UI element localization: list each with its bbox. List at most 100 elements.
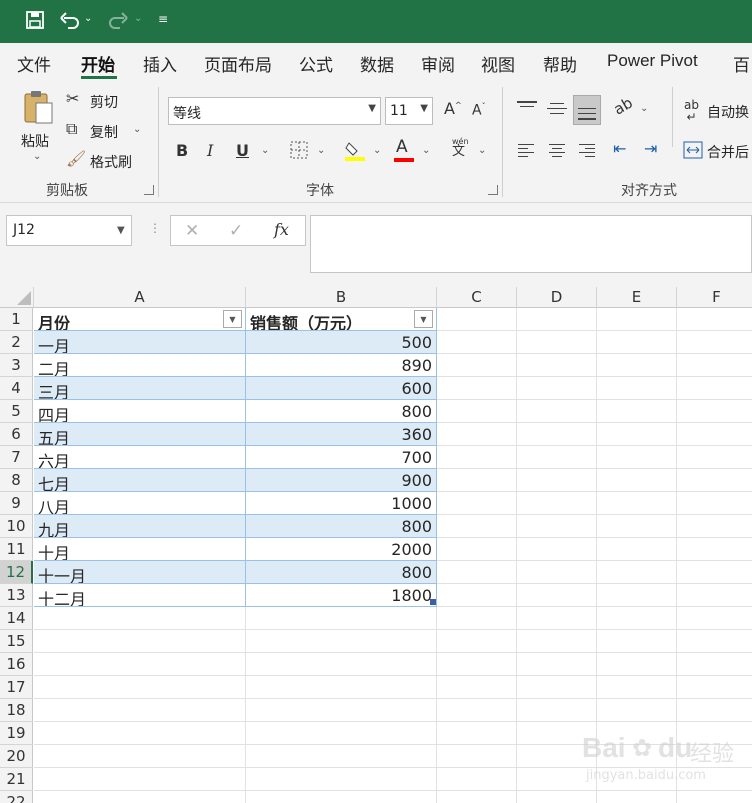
- cell[interactable]: [677, 699, 752, 722]
- cell[interactable]: [677, 377, 752, 400]
- cell[interactable]: [437, 791, 517, 803]
- cell[interactable]: [517, 331, 597, 354]
- save-icon[interactable]: [24, 10, 46, 32]
- decrease-font-size-icon[interactable]: Aˇ: [472, 103, 486, 118]
- cell[interactable]: [437, 469, 517, 492]
- tab-review[interactable]: 审阅: [421, 51, 455, 76]
- table-cell-sales[interactable]: 800: [246, 561, 437, 584]
- tab-insert[interactable]: 插入: [143, 51, 177, 76]
- copy-button[interactable]: 复制: [90, 122, 118, 142]
- cell[interactable]: [597, 308, 677, 331]
- font-dialog-launcher[interactable]: [488, 185, 498, 195]
- worksheet-grid[interactable]: ABCDEF 1 2 3 4 5 6 7 8 9 10 11 12 13 14 15 16 17 18 19 20 21…: [0, 287, 752, 803]
- column-header-e[interactable]: E: [597, 287, 677, 308]
- table-cell-month[interactable]: 六月: [34, 446, 246, 469]
- cell[interactable]: [34, 630, 246, 653]
- table-cell-month[interactable]: 七月: [34, 469, 246, 492]
- cell[interactable]: [34, 791, 246, 803]
- table-cell-sales[interactable]: 700: [246, 446, 437, 469]
- orientation-dropdown-icon[interactable]: ⌄: [640, 103, 648, 114]
- cell[interactable]: [597, 676, 677, 699]
- cell[interactable]: [246, 768, 437, 791]
- cell[interactable]: [597, 469, 677, 492]
- table-cell-month[interactable]: 三月: [34, 377, 246, 400]
- cell[interactable]: [597, 400, 677, 423]
- tab-more[interactable]: 百: [733, 51, 750, 76]
- cell[interactable]: [517, 676, 597, 699]
- column-header-d[interactable]: D: [517, 287, 597, 308]
- cell[interactable]: [517, 791, 597, 803]
- row-header-8[interactable]: 8: [0, 469, 33, 492]
- cell[interactable]: [677, 469, 752, 492]
- font-color-dropdown-icon[interactable]: ⌄: [422, 145, 430, 156]
- paste-icon[interactable]: [22, 89, 54, 125]
- align-center-icon[interactable]: [549, 143, 567, 159]
- align-top-icon[interactable]: [517, 99, 537, 117]
- customize-qat-icon[interactable]: ≡: [158, 12, 168, 26]
- cell[interactable]: [437, 561, 517, 584]
- cell[interactable]: [597, 653, 677, 676]
- format-painter-button[interactable]: 格式刷: [90, 152, 132, 172]
- cell[interactable]: [517, 446, 597, 469]
- column-header-b[interactable]: B: [246, 287, 437, 308]
- borders-icon[interactable]: [290, 141, 308, 162]
- cell[interactable]: [597, 492, 677, 515]
- cell[interactable]: [437, 308, 517, 331]
- undo-icon[interactable]: [58, 10, 82, 32]
- row-header-20[interactable]: 20: [0, 745, 33, 768]
- cell[interactable]: [677, 538, 752, 561]
- table-cell-month[interactable]: 八月: [34, 492, 246, 515]
- increase-font-size-icon[interactable]: A^: [444, 101, 462, 117]
- table-header-sales[interactable]: 销售额（万元） ▼: [246, 308, 437, 331]
- cell[interactable]: [437, 768, 517, 791]
- cell[interactable]: [246, 607, 437, 630]
- underline-button[interactable]: U: [236, 143, 249, 159]
- chevron-down-icon[interactable]: ▼: [420, 103, 428, 114]
- cell[interactable]: [517, 699, 597, 722]
- row-header-6[interactable]: 6: [0, 423, 33, 446]
- cell[interactable]: [34, 676, 246, 699]
- cell[interactable]: [437, 699, 517, 722]
- cell[interactable]: [437, 584, 517, 607]
- cell[interactable]: [517, 377, 597, 400]
- tab-data[interactable]: 数据: [360, 51, 394, 76]
- phonetic-dropdown-icon[interactable]: ⌄: [478, 145, 486, 156]
- cell[interactable]: [34, 745, 246, 768]
- cell[interactable]: [437, 331, 517, 354]
- fill-color-dropdown-icon[interactable]: ⌄: [373, 145, 381, 156]
- column-header-f[interactable]: F: [677, 287, 752, 308]
- cell[interactable]: [437, 446, 517, 469]
- cell[interactable]: [677, 630, 752, 653]
- chevron-down-icon[interactable]: ▼: [117, 225, 125, 236]
- cell[interactable]: [597, 584, 677, 607]
- row-header-10[interactable]: 10: [0, 515, 33, 538]
- tab-help[interactable]: 帮助: [543, 51, 577, 76]
- enter-icon[interactable]: ✓: [229, 223, 243, 240]
- cell[interactable]: [517, 469, 597, 492]
- underline-dropdown-icon[interactable]: ⌄: [261, 145, 269, 156]
- cell[interactable]: [246, 745, 437, 768]
- cell[interactable]: [437, 515, 517, 538]
- cell[interactable]: [597, 515, 677, 538]
- table-cell-sales[interactable]: 600: [246, 377, 437, 400]
- wrap-text-button[interactable]: 自动换: [707, 102, 749, 122]
- font-size-combo[interactable]: 11 ▼: [385, 97, 433, 125]
- cell[interactable]: [517, 630, 597, 653]
- table-cell-sales[interactable]: 1000: [246, 492, 437, 515]
- row-header-12[interactable]: 12: [0, 561, 33, 584]
- table-cell-month[interactable]: 十月: [34, 538, 246, 561]
- cell[interactable]: [246, 676, 437, 699]
- cell[interactable]: [677, 515, 752, 538]
- table-cell-sales[interactable]: 1800: [246, 584, 437, 607]
- cell[interactable]: [677, 584, 752, 607]
- table-cell-sales[interactable]: 890: [246, 354, 437, 377]
- cell[interactable]: [677, 354, 752, 377]
- font-name-combo[interactable]: 等线 ▼: [168, 97, 381, 125]
- cell[interactable]: [677, 400, 752, 423]
- cell[interactable]: [437, 400, 517, 423]
- tab-file[interactable]: 文件: [17, 51, 51, 76]
- table-cell-sales[interactable]: 2000: [246, 538, 437, 561]
- cell[interactable]: [677, 308, 752, 331]
- cell[interactable]: [517, 354, 597, 377]
- cell[interactable]: [517, 561, 597, 584]
